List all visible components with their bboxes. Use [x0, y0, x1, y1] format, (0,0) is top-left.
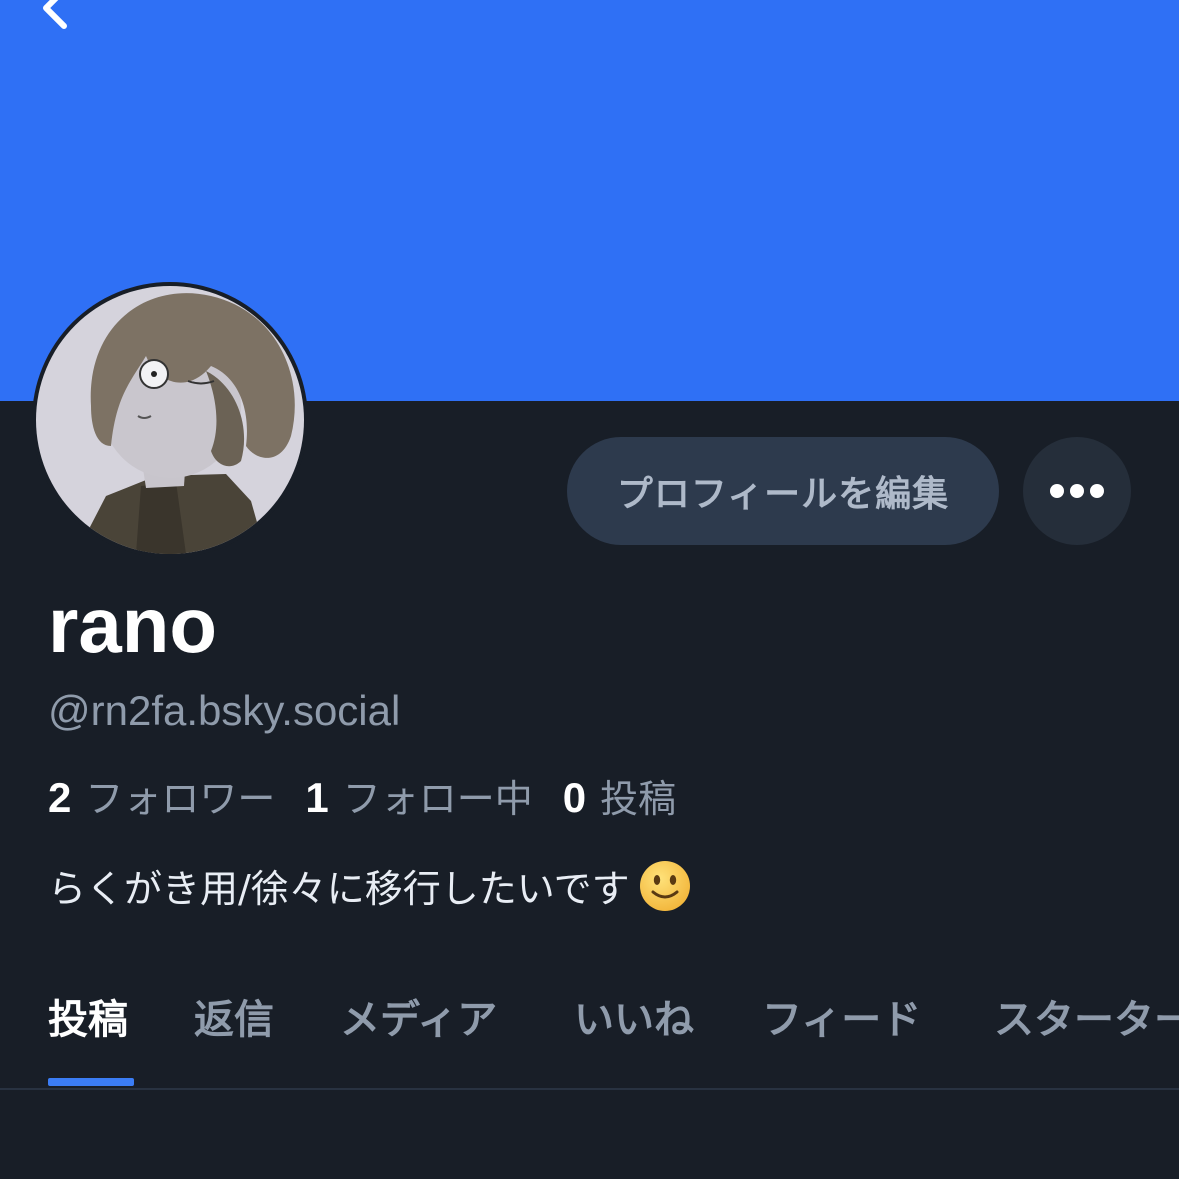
tab-likes-label: いいね: [574, 997, 694, 1043]
display-name: rano: [48, 581, 218, 669]
avatar[interactable]: [32, 282, 308, 558]
edit-profile-button[interactable]: プロフィールを編集: [567, 437, 999, 545]
user-handle: @rn2fa.bsky.social: [48, 687, 401, 734]
tab-media[interactable]: メディア: [340, 990, 497, 1086]
tab-posts[interactable]: 投稿: [48, 990, 134, 1086]
tab-feeds-label: フィード: [762, 997, 922, 1043]
profile-bio: らくがき用/徐々に移行したいです: [48, 858, 692, 913]
profile-stats: 2 フォロワー 1 フォロー中 0 投稿: [48, 768, 706, 823]
profile-tabs: 投稿 返信 メディア いいね フィード スターター: [0, 990, 1179, 1090]
back-button[interactable]: [28, 0, 88, 40]
profile-screen: プロフィールを編集 rano @rn2fa.bsky.social 2 フォロワ…: [0, 0, 1179, 1179]
tab-replies[interactable]: 返信: [194, 990, 274, 1086]
following-stat[interactable]: 1 フォロー中: [305, 768, 532, 823]
following-label: フォロー中: [342, 777, 533, 821]
avatar-illustration: [36, 286, 304, 554]
posts-stat: 0 投稿: [563, 768, 676, 823]
tab-starter-packs[interactable]: スターター: [994, 990, 1179, 1086]
edit-profile-label: プロフィールを編集: [616, 474, 950, 515]
followers-label: フォロワー: [85, 777, 276, 821]
active-tab-indicator: [48, 1078, 134, 1086]
tab-likes[interactable]: いいね: [574, 990, 694, 1086]
tab-replies-label: 返信: [194, 997, 274, 1043]
ellipsis-icon: [1050, 484, 1104, 498]
followers-stat[interactable]: 2 フォロワー: [48, 768, 275, 823]
chevron-left-icon: [43, 0, 67, 29]
slightly-smiling-face-icon: [638, 859, 692, 913]
posts-count: 0: [562, 774, 587, 821]
tab-posts-label: 投稿: [48, 997, 128, 1043]
posts-label: 投稿: [600, 777, 677, 821]
tab-media-label: メディア: [340, 997, 498, 1043]
following-count: 1: [305, 774, 329, 821]
more-options-button[interactable]: [1023, 437, 1131, 545]
bio-text: らくがき用/徐々に移行したいです: [48, 867, 630, 911]
followers-count: 2: [48, 774, 72, 821]
tab-starter-packs-label: スターター: [994, 997, 1179, 1043]
tab-feeds[interactable]: フィード: [762, 990, 921, 1086]
